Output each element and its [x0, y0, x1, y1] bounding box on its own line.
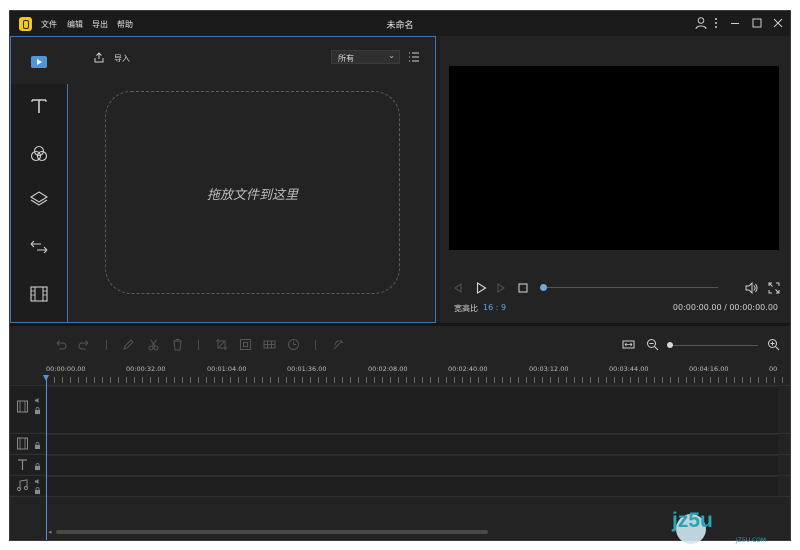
media-icon[interactable]	[28, 51, 50, 73]
filter-icon[interactable]	[28, 143, 50, 165]
zoom-slider-knob[interactable]	[667, 342, 673, 348]
duration-icon[interactable]	[287, 338, 300, 351]
watermark-text: jz5u	[672, 509, 713, 532]
list-view-icon[interactable]	[408, 52, 420, 62]
import-icon[interactable]	[93, 52, 105, 63]
preview-timecode: 00:00:00.00 / 00:00:00.00	[672, 303, 778, 312]
time-ruler[interactable]: 00:00:00.00 00:00:32.00 00:01:04.00 00:0…	[46, 363, 790, 385]
lock-icon[interactable]	[34, 463, 41, 470]
ruler-label: 00:00:32.00	[126, 365, 166, 373]
track-header-text	[10, 455, 45, 474]
ruler-label: 00	[769, 365, 778, 373]
edit-icon[interactable]	[122, 338, 135, 351]
next-frame-icon[interactable]	[495, 282, 507, 294]
volume-icon[interactable]	[745, 282, 758, 294]
lock-icon[interactable]	[34, 407, 41, 414]
overlay-icon[interactable]	[28, 188, 50, 210]
more-options-icon[interactable]	[709, 16, 723, 30]
scroll-left-icon[interactable]: ◂	[48, 528, 52, 536]
chevron-down-icon: ⌄	[388, 51, 395, 60]
undo-icon[interactable]	[54, 338, 67, 351]
close-icon[interactable]	[771, 16, 785, 30]
drop-zone-text: 拖放文件到这里	[206, 188, 298, 203]
ruler-ticks	[46, 377, 790, 383]
playhead-handle[interactable]	[43, 375, 49, 381]
zoom-out-icon[interactable]	[646, 338, 659, 351]
ruler-label: 00:01:36.00	[287, 365, 327, 373]
mute-icon[interactable]	[34, 478, 41, 485]
window-title: 未命名	[386, 21, 414, 31]
watermark-subtext: JZ5U.COM	[736, 537, 767, 544]
track-divider	[10, 496, 790, 497]
ruler-label: 00:04:16.00	[689, 365, 729, 373]
toolbar-separator	[315, 340, 316, 350]
ruler-label: 00:01:04.00	[207, 365, 247, 373]
fit-frame-icon[interactable]	[239, 338, 252, 351]
side-rail	[11, 37, 68, 322]
lock-icon[interactable]	[34, 442, 41, 449]
ruler-label: 00:02:08.00	[368, 365, 408, 373]
crop-icon[interactable]	[215, 338, 228, 351]
zoom-slider-track[interactable]	[672, 345, 758, 346]
ruler-label: 00:00:00.00	[46, 365, 86, 373]
timeline-panel: 00:00:00.00 00:00:32.00 00:01:04.00 00:0…	[10, 326, 790, 540]
title-bar: 文件 编辑 导出 帮助 未命名	[10, 11, 790, 36]
cut-icon[interactable]	[147, 338, 160, 351]
fullscreen-icon[interactable]	[768, 282, 780, 294]
media-panel: 导入 所有 ⌄ 拖放文件到这里	[10, 36, 436, 323]
minimize-icon[interactable]	[728, 16, 742, 30]
ruler-label: 00:03:12.00	[529, 365, 569, 373]
track-header-overlay	[10, 434, 45, 453]
playhead[interactable]	[46, 375, 47, 540]
redo-icon[interactable]	[78, 338, 91, 351]
fit-timeline-icon[interactable]	[622, 338, 635, 351]
drop-zone[interactable]: 拖放文件到这里	[105, 91, 400, 294]
ruler-label: 00:02:40.00	[448, 365, 488, 373]
video-track-icon	[16, 400, 29, 413]
text-track-icon	[16, 458, 29, 471]
aspect-ratio-label: 宽高比	[454, 304, 478, 313]
mosaic-icon[interactable]	[263, 338, 276, 351]
lock-icon[interactable]	[34, 487, 41, 494]
delete-icon[interactable]	[171, 338, 184, 351]
video-track[interactable]	[47, 386, 778, 433]
overlay-track-icon	[16, 437, 29, 450]
text-track[interactable]	[47, 455, 778, 475]
media-filter-select[interactable]: 所有 ⌄	[331, 50, 400, 64]
timeline-scrollbar[interactable]	[56, 530, 488, 534]
film-icon[interactable]	[28, 283, 50, 305]
text-icon[interactable]	[28, 95, 50, 117]
zoom-in-icon[interactable]	[767, 338, 780, 351]
toolbar-separator	[106, 340, 107, 350]
aspect-ratio-value[interactable]: 16 : 9	[483, 303, 506, 312]
app-window: 文件 编辑 导出 帮助 未命名 导入 所有 ⌄ 拖放文件到这里 宽高比 16:…	[9, 10, 791, 541]
track-header-music	[10, 476, 45, 495]
play-icon[interactable]	[475, 282, 487, 294]
toolbar-separator	[198, 340, 199, 350]
overlay-track[interactable]	[47, 434, 778, 454]
maximize-icon[interactable]	[750, 16, 764, 30]
mute-icon[interactable]	[34, 397, 41, 404]
ruler-label: 00:03:44.00	[609, 365, 649, 373]
rail-separator	[67, 84, 68, 322]
preview-panel: 宽高比 16 : 9 00:00:00.00 / 00:00:00.00	[440, 36, 790, 323]
stop-icon[interactable]	[517, 282, 529, 294]
music-track[interactable]	[47, 476, 778, 496]
import-button[interactable]: 导入	[114, 53, 130, 64]
transition-icon[interactable]	[28, 236, 50, 258]
music-track-icon	[16, 479, 29, 492]
preview-screen	[449, 66, 779, 250]
track-header-video	[10, 386, 45, 432]
media-filter-value: 所有	[338, 54, 354, 63]
account-icon[interactable]	[694, 16, 708, 30]
playback-slider-knob[interactable]	[540, 284, 547, 291]
playback-slider-track[interactable]	[544, 287, 718, 288]
prev-frame-icon[interactable]	[452, 282, 464, 294]
magic-icon[interactable]	[332, 338, 345, 351]
